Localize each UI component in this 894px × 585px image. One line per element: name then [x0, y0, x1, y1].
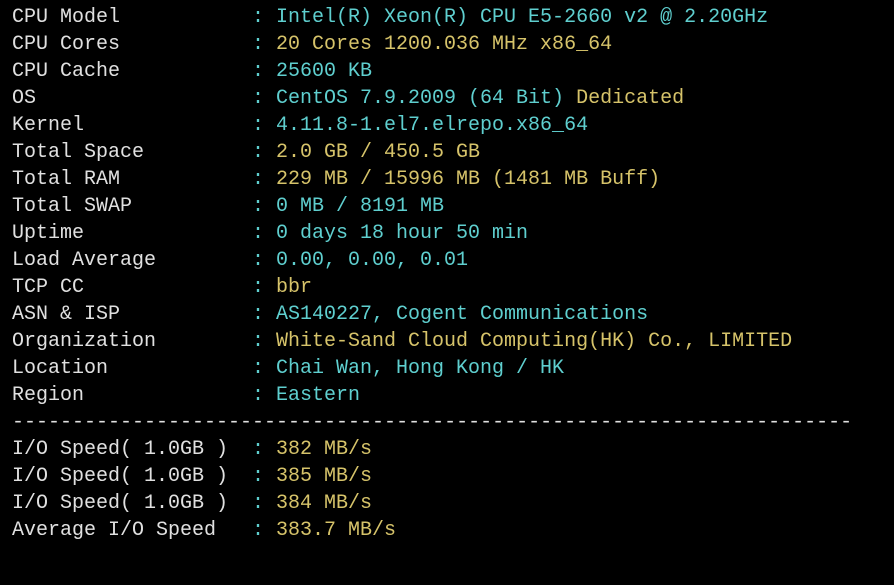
info-row: Total RAM: 229 MB / 15996 MB (1481 MB Bu…: [12, 166, 882, 193]
row-label: Uptime: [12, 220, 252, 247]
colon-separator: :: [252, 168, 276, 191]
row-label: ASN & ISP: [12, 301, 252, 328]
io-row: I/O Speed( 1.0GB ): 385 MB/s: [12, 463, 882, 490]
info-row: Organization: White-Sand Cloud Computing…: [12, 328, 882, 355]
colon-separator: :: [252, 6, 276, 29]
colon-separator: :: [252, 249, 276, 272]
colon-separator: :: [252, 384, 276, 407]
io-row-value: 382 MB/s: [276, 438, 372, 461]
info-row: Location: Chai Wan, Hong Kong / HK: [12, 355, 882, 382]
info-row: CPU Cache: 25600 KB: [12, 58, 882, 85]
row-value-segment: AS140227, Cogent Communications: [276, 303, 648, 326]
row-label: TCP CC: [12, 274, 252, 301]
row-value-segment: 0.00, 0.00, 0.01: [276, 249, 468, 272]
row-label: Load Average: [12, 247, 252, 274]
row-value-segment: 0 days 18 hour 50 min: [276, 222, 528, 245]
io-row: I/O Speed( 1.0GB ): 382 MB/s: [12, 436, 882, 463]
row-value-segment: 4.11.8-1.el7.elrepo.x86_64: [276, 114, 588, 137]
colon-separator: :: [252, 276, 276, 299]
terminal-output: CPU Model: Intel(R) Xeon(R) CPU E5-2660 …: [12, 4, 882, 544]
row-value-segment: White-Sand Cloud Computing(HK) Co., LIMI…: [276, 330, 792, 353]
colon-separator: :: [252, 519, 276, 542]
colon-separator: :: [252, 465, 276, 488]
colon-separator: :: [252, 33, 276, 56]
io-row-value: 385 MB/s: [276, 465, 372, 488]
row-value-segment: 20 Cores 1200.036 MHz x86_64: [276, 33, 612, 56]
colon-separator: :: [252, 357, 276, 380]
colon-separator: :: [252, 303, 276, 326]
row-value-segment: 0 MB / 8191 MB: [276, 195, 444, 218]
io-row-label: I/O Speed( 1.0GB ): [12, 436, 252, 463]
row-label: Location: [12, 355, 252, 382]
row-value-segment: Eastern: [276, 384, 360, 407]
colon-separator: :: [252, 195, 276, 218]
row-label: Organization: [12, 328, 252, 355]
colon-separator: :: [252, 222, 276, 245]
colon-separator: :: [252, 60, 276, 83]
info-row: TCP CC: bbr: [12, 274, 882, 301]
row-value-segment: Intel(R) Xeon(R) CPU E5-2660 v2 @ 2.20GH…: [276, 6, 768, 29]
row-value-segment: Chai Wan, Hong Kong / HK: [276, 357, 564, 380]
io-row: Average I/O Speed: 383.7 MB/s: [12, 517, 882, 544]
row-label: Total RAM: [12, 166, 252, 193]
colon-separator: :: [252, 492, 276, 515]
colon-separator: :: [252, 87, 276, 110]
row-label: Total Space: [12, 139, 252, 166]
io-row: I/O Speed( 1.0GB ): 384 MB/s: [12, 490, 882, 517]
row-value-segment: CentOS 7.9.2009 (64 Bit): [276, 87, 564, 110]
row-label: CPU Model: [12, 4, 252, 31]
row-label: CPU Cache: [12, 58, 252, 85]
row-label: OS: [12, 85, 252, 112]
info-row: Load Average: 0.00, 0.00, 0.01: [12, 247, 882, 274]
info-row: CPU Model: Intel(R) Xeon(R) CPU E5-2660 …: [12, 4, 882, 31]
io-row-value: 383.7 MB/s: [276, 519, 396, 542]
row-label: CPU Cores: [12, 31, 252, 58]
row-label: Kernel: [12, 112, 252, 139]
colon-separator: :: [252, 330, 276, 353]
divider-line: ----------------------------------------…: [12, 409, 882, 436]
info-row: Uptime: 0 days 18 hour 50 min: [12, 220, 882, 247]
colon-separator: :: [252, 141, 276, 164]
info-row: OS: CentOS 7.9.2009 (64 Bit) Dedicated: [12, 85, 882, 112]
io-row-value: 384 MB/s: [276, 492, 372, 515]
info-row: Region: Eastern: [12, 382, 882, 409]
io-row-label: I/O Speed( 1.0GB ): [12, 490, 252, 517]
row-label: Region: [12, 382, 252, 409]
colon-separator: :: [252, 438, 276, 461]
row-label: Total SWAP: [12, 193, 252, 220]
info-row: Total SWAP: 0 MB / 8191 MB: [12, 193, 882, 220]
io-row-label: I/O Speed( 1.0GB ): [12, 463, 252, 490]
row-value-segment: 25600 KB: [276, 60, 372, 83]
info-row: ASN & ISP: AS140227, Cogent Communicatio…: [12, 301, 882, 328]
io-row-label: Average I/O Speed: [12, 517, 252, 544]
row-value-segment: 2.0 GB / 450.5 GB: [276, 141, 480, 164]
row-value-segment: bbr: [276, 276, 312, 299]
info-row: Kernel: 4.11.8-1.el7.elrepo.x86_64: [12, 112, 882, 139]
info-row: Total Space: 2.0 GB / 450.5 GB: [12, 139, 882, 166]
info-row: CPU Cores: 20 Cores 1200.036 MHz x86_64: [12, 31, 882, 58]
row-value-segment: 229 MB / 15996 MB (1481 MB Buff): [276, 168, 660, 191]
colon-separator: :: [252, 114, 276, 137]
row-value-segment: Dedicated: [564, 87, 684, 110]
